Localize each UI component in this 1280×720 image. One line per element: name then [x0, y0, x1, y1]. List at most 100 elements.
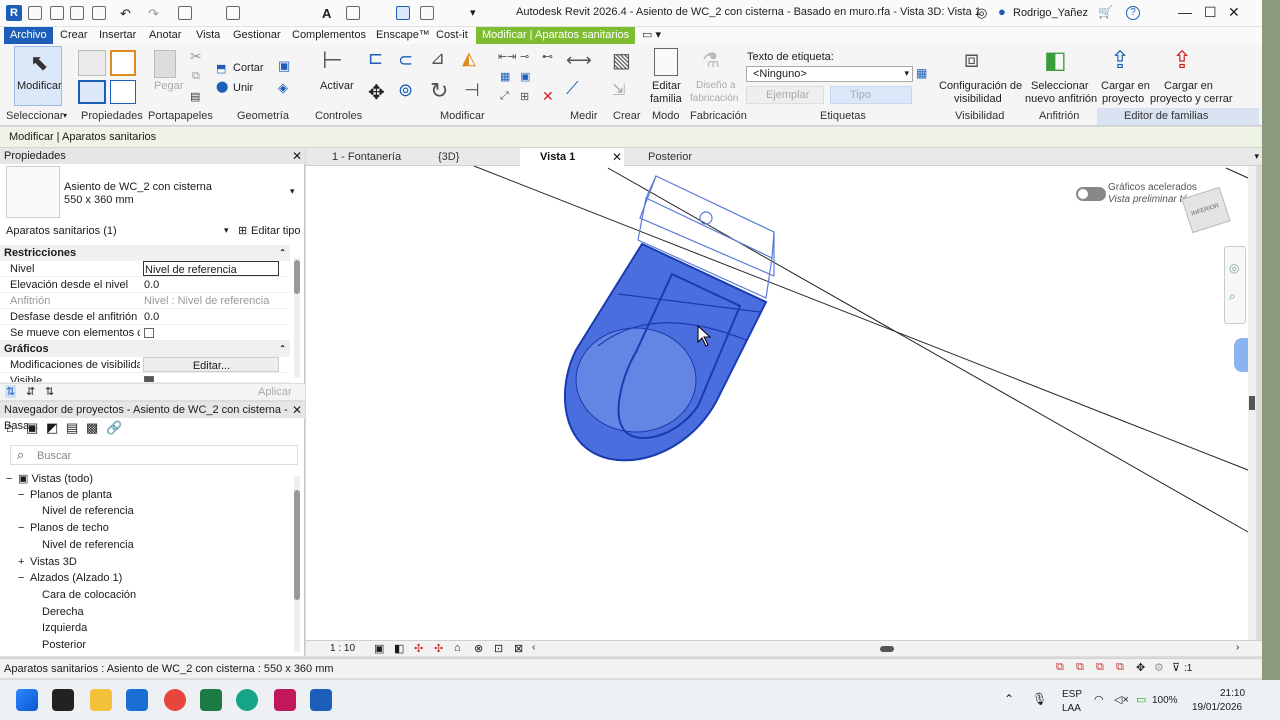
tree-item[interactable]: − Planos de planta: [18, 489, 112, 501]
tab-vista[interactable]: Vista: [196, 29, 220, 41]
copy-icon[interactable]: ⧉: [192, 70, 200, 83]
tree-item[interactable]: Derecha: [30, 606, 84, 618]
edit-type-button[interactable]: Editar tipo: [251, 225, 301, 237]
chevron-down-icon[interactable]: ▾: [290, 186, 295, 197]
filter-icon[interactable]: ⊽: [1172, 661, 1180, 674]
select-links-icon[interactable]: ⧉: [1056, 661, 1064, 674]
temporary-hide-icon[interactable]: ⊠: [514, 642, 523, 655]
user-icon[interactable]: ●: [998, 4, 1006, 19]
visual-style-icon[interactable]: ◧: [394, 642, 404, 655]
instance-selector[interactable]: Aparatos sanitarios (1): [6, 225, 117, 237]
user-name[interactable]: Rodrigo_Yañez: [1013, 7, 1088, 19]
save-icon[interactable]: [70, 6, 84, 20]
tree-item[interactable]: + Vistas 3D: [18, 556, 77, 568]
tab-enscape[interactable]: Enscape™: [376, 29, 430, 41]
drawing-canvas[interactable]: Gráficos acelerados Vista preliminar téc…: [306, 166, 1254, 640]
clock-time[interactable]: 21:10: [1220, 688, 1245, 699]
close-icon[interactable]: ✕: [292, 148, 302, 164]
lang-1[interactable]: ESP: [1062, 689, 1082, 700]
clock-date[interactable]: 19/01/2026: [1192, 702, 1242, 713]
measure-icon[interactable]: [226, 6, 240, 20]
type-selector-icon[interactable]: [110, 80, 136, 104]
properties-scrollbar[interactable]: [294, 258, 300, 378]
drag-elements-icon[interactable]: ✥: [1136, 661, 1145, 674]
offset-icon[interactable]: ⊂: [398, 50, 413, 71]
properties-icon[interactable]: [78, 80, 106, 104]
canvas-scrollbar-h[interactable]: [880, 646, 894, 652]
visibility-settings-icon[interactable]: ⧈: [964, 46, 979, 74]
cortex-icon[interactable]: [236, 689, 258, 711]
activate-label[interactable]: Activar: [320, 80, 354, 92]
wifi-icon[interactable]: ◠: [1094, 693, 1104, 706]
align-icon[interactable]: ⊏: [368, 48, 383, 69]
type-button[interactable]: [830, 86, 912, 104]
level-field[interactable]: Nivel de referencia: [143, 261, 279, 276]
browser-search-input[interactable]: ⌕ Buscar: [10, 445, 298, 465]
file-explorer-icon[interactable]: [90, 689, 112, 711]
scroll-right-icon[interactable]: ›: [1236, 642, 1239, 653]
mic-icon[interactable]: 🎙: [1032, 692, 1047, 706]
sync-icon[interactable]: [92, 6, 106, 20]
tab-insertar[interactable]: Insertar: [99, 29, 136, 41]
maximize-icon[interactable]: ☐: [1204, 4, 1217, 21]
default-3d-icon[interactable]: [346, 6, 360, 20]
fabrication-icon[interactable]: ⚗: [702, 48, 720, 73]
expand-icon[interactable]: +: [18, 556, 30, 568]
load-close-label-1[interactable]: Cargar en: [1164, 80, 1213, 92]
property-row[interactable]: Nivel Nivel de referencia: [0, 261, 290, 277]
render-icon[interactable]: ⌂: [454, 642, 461, 654]
browser-sheet-icon[interactable]: ◩: [46, 420, 58, 436]
collapse-icon[interactable]: −: [18, 572, 30, 584]
activate-icon[interactable]: ⊢: [322, 46, 343, 75]
text-tool-icon[interactable]: A: [322, 6, 336, 21]
volume-icon[interactable]: ◁×: [1114, 693, 1129, 706]
task-view-icon[interactable]: [52, 689, 74, 711]
tab-complementos[interactable]: Complementos: [292, 29, 366, 41]
tool-icon[interactable]: ⊞: [520, 90, 529, 103]
tab-cost-it[interactable]: Cost-it: [436, 29, 468, 41]
sort-az-icon[interactable]: ⇵: [26, 385, 35, 398]
redo-icon[interactable]: ↷: [148, 6, 162, 21]
tree-item[interactable]: Nivel de referencia: [30, 539, 134, 551]
trim-icon[interactable]: ⊣: [464, 80, 480, 101]
browser-scrollbar[interactable]: [294, 476, 300, 652]
mirror-draw-icon[interactable]: ◭: [462, 48, 476, 69]
edit-family-label-1[interactable]: Editar: [652, 80, 681, 92]
chevron-down-icon[interactable]: ▾: [224, 225, 229, 236]
select-pinned-icon[interactable]: ⧉: [1096, 661, 1104, 674]
tab-crear[interactable]: Crear: [60, 29, 88, 41]
visible-checkbox[interactable]: [144, 376, 154, 382]
select-host-label-2[interactable]: nuevo anfitrión: [1025, 93, 1097, 105]
tab-fontaneria[interactable]: 1 - Fontanería: [312, 148, 401, 166]
collapse-icon[interactable]: −: [18, 489, 30, 501]
browser-link-icon[interactable]: 🔗: [106, 420, 122, 436]
load-project-icon[interactable]: ⇪: [1110, 46, 1130, 75]
model-3d-view[interactable]: [306, 166, 1254, 640]
edit-family-icon[interactable]: [654, 48, 678, 76]
tree-item[interactable]: − ▣ Vistas (todo): [6, 472, 93, 485]
open-icon[interactable]: [50, 6, 64, 20]
load-project-label-2[interactable]: proyecto: [1102, 93, 1144, 105]
select-host-label-1[interactable]: Seleccionar: [1031, 80, 1088, 92]
geometry-tool-icon[interactable]: ▣: [278, 58, 290, 74]
crop-icon[interactable]: ⊡: [494, 642, 503, 655]
collapse-icon[interactable]: −: [18, 522, 30, 534]
pin-icon[interactable]: ⊸: [520, 50, 529, 63]
tab-archivo[interactable]: Archivo: [4, 27, 53, 44]
type-size[interactable]: 550 x 360 mm: [64, 194, 134, 206]
tree-item[interactable]: Izquierda: [30, 622, 87, 634]
sort-icon[interactable]: ⇅: [5, 385, 17, 398]
lock-view-icon[interactable]: ⊗: [474, 642, 483, 655]
match-type-icon[interactable]: ▤: [190, 90, 200, 103]
cut-icon[interactable]: ✂: [190, 48, 202, 65]
move-icon[interactable]: ✥: [368, 80, 385, 105]
outlook-icon[interactable]: [126, 689, 148, 711]
tree-item[interactable]: Cara de colocación: [30, 589, 136, 601]
undo-icon[interactable]: ↶: [120, 6, 134, 21]
browser-home-icon[interactable]: ⌂: [6, 420, 14, 435]
view-scale[interactable]: 1 : 10: [330, 643, 355, 654]
binoculars-icon[interactable]: ◎: [976, 5, 987, 21]
close-icon[interactable]: ✕: [1228, 4, 1240, 21]
load-project-label-1[interactable]: Cargar en: [1101, 80, 1150, 92]
array-icon[interactable]: ▦: [500, 70, 510, 83]
